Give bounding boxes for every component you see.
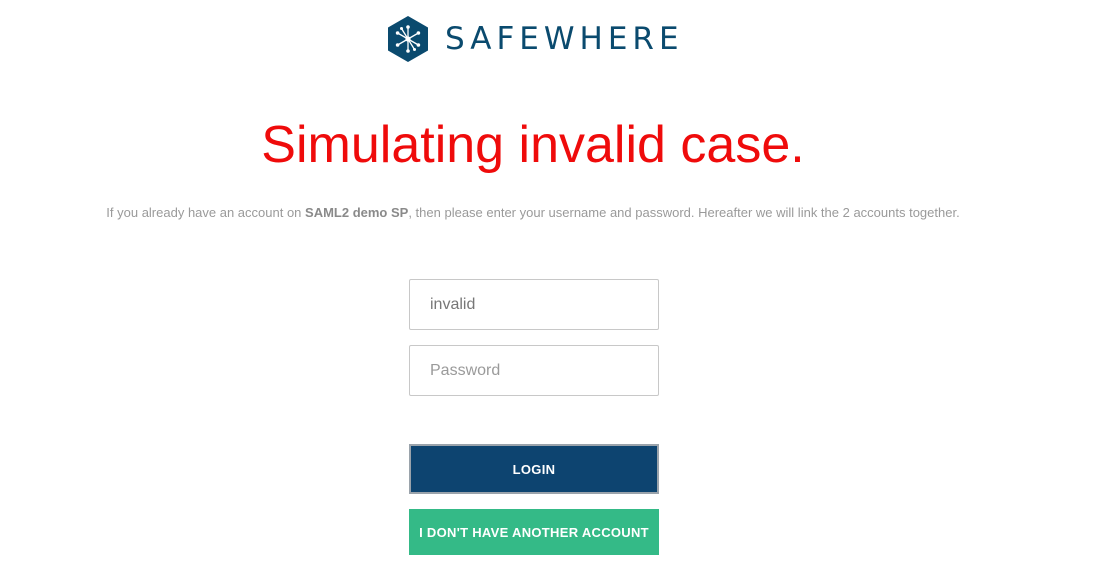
page-headline: Simulating invalid case.: [261, 116, 805, 174]
brand-name: SAFEWHERE: [445, 21, 684, 57]
account-link-instructions: If you already have an account on SAML2 …: [0, 204, 1066, 222]
page: SAFEWHERE Simulating invalid case. If yo…: [0, 0, 1100, 580]
no-other-account-button[interactable]: I DON'T HAVE ANOTHER ACCOUNT: [409, 509, 659, 555]
password-input[interactable]: [409, 345, 659, 396]
service-provider-name: SAML2 demo SP: [305, 205, 409, 220]
username-input[interactable]: [409, 279, 659, 330]
instructions-prefix: If you already have an account on: [106, 205, 306, 220]
safewhere-network-icon: [388, 16, 428, 62]
brand-logo: SAFEWHERE: [386, 15, 684, 63]
instructions-suffix: , then please enter your username and pa…: [408, 205, 960, 220]
login-button[interactable]: LOGIN: [409, 444, 659, 494]
